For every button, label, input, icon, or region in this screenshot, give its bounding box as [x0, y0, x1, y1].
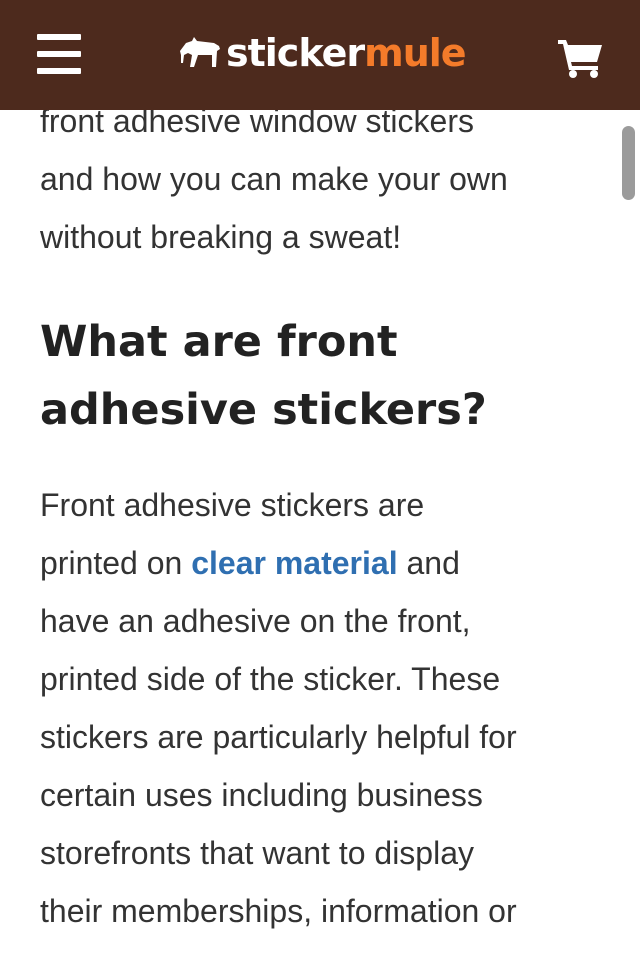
clear-material-link[interactable]: clear material: [191, 545, 397, 581]
page: stickermule front adhesive window sticke…: [0, 0, 640, 959]
section-heading: What are front adhesive stickers?: [40, 308, 600, 444]
body-paragraph: Front adhesive stickers are printed on c…: [40, 476, 600, 940]
body-line: certain uses including business: [40, 777, 483, 813]
hamburger-menu-icon[interactable]: [37, 34, 81, 74]
body-line: have an adhesive on the front,: [40, 603, 471, 639]
heading-line: adhesive stickers?: [40, 385, 487, 435]
site-header: stickermule: [0, 0, 640, 110]
intro-paragraph: front adhesive window stickers and how y…: [40, 92, 600, 266]
scrollbar-thumb[interactable]: [622, 126, 635, 200]
logo-text-sticker: sticker: [226, 31, 365, 75]
body-line: printed side of the sticker. These: [40, 661, 501, 697]
article-content: front adhesive window stickers and how y…: [40, 92, 600, 940]
body-line: storefronts that want to display: [40, 835, 474, 871]
body-line: stickers are particularly helpful for: [40, 719, 517, 755]
body-text: printed on: [40, 545, 192, 581]
body-line: Front adhesive stickers are: [40, 487, 425, 523]
logo-text-mule: mule: [364, 31, 466, 75]
body-line: their memberships, information or: [40, 893, 517, 929]
intro-line: without breaking a sweat!: [40, 219, 402, 255]
heading-line: What are front: [40, 317, 398, 367]
intro-line: and how you can make your own: [40, 161, 508, 197]
logo-wordmark: stickermule: [226, 27, 467, 79]
mule-icon: [180, 37, 220, 67]
body-text: and: [397, 545, 460, 581]
sticker-mule-logo[interactable]: stickermule: [178, 27, 467, 79]
shopping-cart-icon[interactable]: [556, 36, 604, 78]
